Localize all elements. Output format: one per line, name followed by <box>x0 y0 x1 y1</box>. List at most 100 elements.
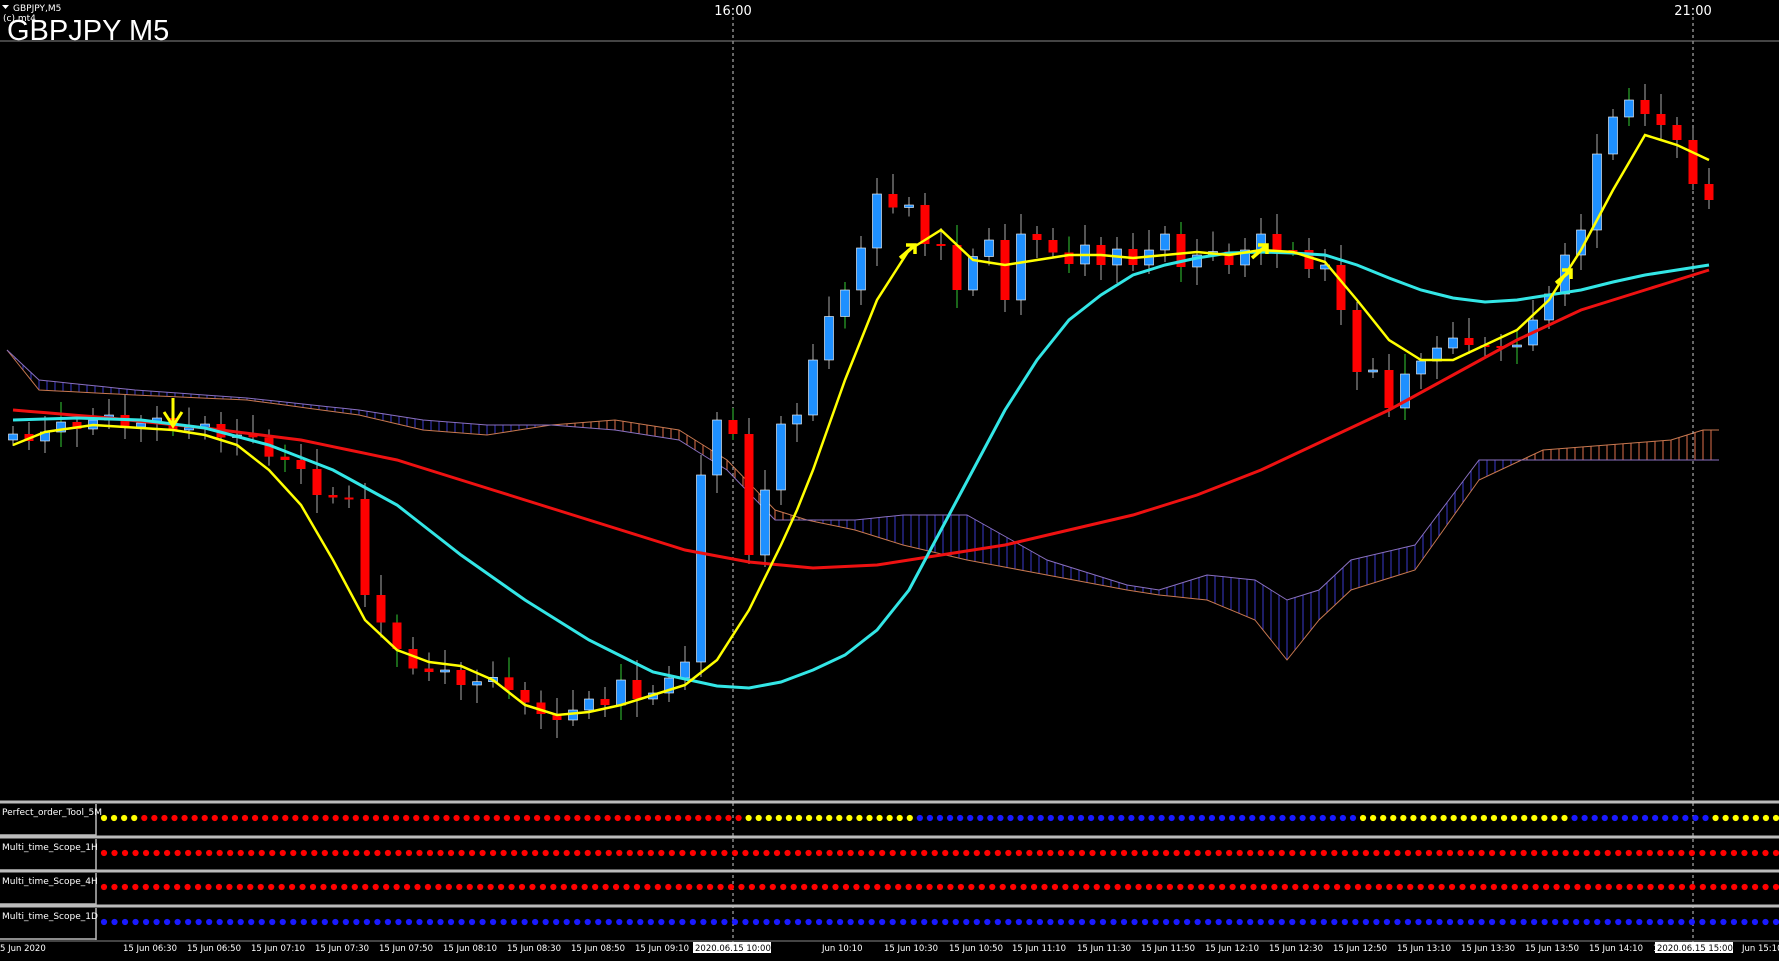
indicator-dot <box>968 883 975 891</box>
time-axis-label: 15 Jun 07:50 <box>379 944 433 954</box>
candle <box>616 664 626 720</box>
top-time-label-2100: 21:00 <box>1674 4 1711 19</box>
indicator-dot <box>616 918 623 926</box>
indicator-dot <box>560 883 567 891</box>
indicator-dot <box>539 883 547 891</box>
indicator-dot <box>1269 814 1276 822</box>
indicator-dot <box>523 814 531 822</box>
indicator-dot <box>1310 849 1317 857</box>
indicator-dot <box>332 814 339 822</box>
chevron-down-icon[interactable] <box>2 5 9 9</box>
indicator-dot <box>1573 918 1580 926</box>
candle <box>568 690 578 726</box>
chart-window[interactable]: Perfect_order_Tool_5M Multi_time_Scope_1H… <box>0 0 1779 961</box>
ma-fast-line <box>12 133 1710 717</box>
time-axis-label: 15 Jun 11:30 <box>1077 944 1131 954</box>
candle <box>296 444 306 484</box>
candle <box>424 652 434 681</box>
indicator-dot <box>826 918 833 926</box>
indicator-dot <box>292 814 299 822</box>
indicator-dot <box>195 849 202 857</box>
indicator-dot <box>574 814 581 822</box>
candle-body <box>984 239 994 257</box>
indicator-dot <box>858 849 865 857</box>
indicator-dot <box>237 849 244 857</box>
indicator-dot <box>773 918 781 926</box>
indicator-dot <box>181 814 188 822</box>
indicator-dot <box>826 814 833 822</box>
candle-body <box>1448 337 1458 349</box>
candle <box>728 408 738 440</box>
indicator-dot <box>1457 918 1464 926</box>
indicator-dot <box>868 918 875 926</box>
indicator-dot <box>710 849 718 857</box>
indicator-dot <box>936 814 944 822</box>
time-axis-label: 15 Jun 13:50 <box>1525 944 1579 954</box>
indicator-dot <box>1239 883 1247 891</box>
candle <box>1128 233 1138 271</box>
indicator-dot <box>1551 814 1558 822</box>
indicator-dot <box>1699 849 1706 857</box>
indicator-dot <box>973 849 980 857</box>
indicator-dot <box>842 883 850 891</box>
indicator-dot <box>665 883 672 891</box>
indicator-dot <box>921 918 928 926</box>
indicator-dot <box>268 883 275 891</box>
indicator-dot <box>725 814 732 822</box>
indicator-dot <box>1083 883 1090 891</box>
candle-body <box>1048 240 1058 253</box>
indicator-dot <box>1320 918 1327 926</box>
indicator-dot <box>1289 814 1296 822</box>
indicator-dot <box>269 849 276 857</box>
indicator-dot <box>1571 814 1578 822</box>
indicator-dot <box>342 849 349 857</box>
indicator-dot <box>1488 918 1496 926</box>
indicator-dot <box>553 849 560 857</box>
indicator-dot <box>392 814 400 822</box>
indicator-dot <box>584 814 591 822</box>
indicator-dot <box>626 849 633 857</box>
indicator-dot <box>262 814 269 822</box>
indicator-dot <box>1637 883 1644 891</box>
indicator-dot <box>1057 849 1065 857</box>
indicator-dot <box>721 918 728 926</box>
indicator-dot <box>686 883 693 891</box>
indicator-dot <box>1595 883 1602 891</box>
indicator-dot <box>226 883 233 891</box>
indicator-dot <box>1158 814 1165 822</box>
indicator-dot <box>647 918 654 926</box>
indicator-dot <box>1625 849 1632 857</box>
indicator-dot <box>191 814 198 822</box>
indicator-dot <box>1215 918 1222 926</box>
indicator-dot <box>1668 883 1675 891</box>
indicator-dot <box>973 918 980 926</box>
indicator-dot <box>206 918 213 926</box>
candle <box>376 575 386 638</box>
indicator-dot <box>1292 883 1299 891</box>
time-axis-label: 15 Jun 12:10 <box>1205 944 1259 954</box>
indicator-dot <box>1078 849 1086 857</box>
indicator-dot <box>1359 814 1367 822</box>
ichimoku-cloud <box>6 349 1719 661</box>
indicator-dot <box>414 883 421 891</box>
candle <box>1688 128 1698 190</box>
indicator-dot <box>886 814 893 822</box>
indicator-dot <box>1047 849 1054 857</box>
indicator-dot <box>805 814 813 822</box>
indicator-dot <box>1467 849 1475 857</box>
indicator-dot <box>1239 814 1246 822</box>
candle-body <box>1640 100 1650 114</box>
indicator-dot <box>493 814 500 822</box>
indicator-dot <box>312 814 319 822</box>
indicator-dot <box>1436 918 1443 926</box>
indicator-dot <box>1162 849 1170 857</box>
indicator-dot <box>1772 883 1779 891</box>
indicator-dot <box>1219 883 1226 891</box>
price-chart[interactable]: Perfect_order_Tool_5M Multi_time_Scope_1H… <box>0 0 1779 961</box>
candle-body <box>296 460 306 469</box>
candle <box>1048 228 1058 259</box>
indicator-dot <box>1510 918 1517 926</box>
indicator-dot <box>258 849 265 857</box>
indicator-dot <box>1208 883 1215 891</box>
indicator-dot <box>1352 849 1359 857</box>
